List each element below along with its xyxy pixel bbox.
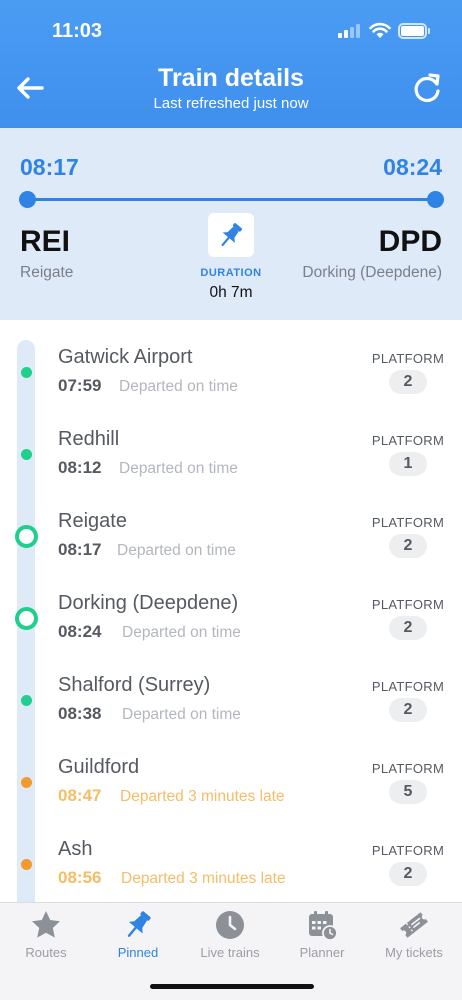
stop-status: Departed on time — [122, 624, 241, 641]
stop-time: 08:38 — [58, 704, 102, 723]
stop-row[interactable]: Dorking (Deepdene) 08:24 Departed on time P… — [0, 566, 462, 648]
tab-label: Pinned — [117, 945, 159, 960]
tab-pinned[interactable]: Pinned — [92, 903, 184, 973]
stop-name: Guildford — [58, 756, 140, 778]
stop-name: Dorking (Deepdene) — [58, 592, 239, 614]
tab-planner[interactable]: Planner — [276, 903, 368, 973]
stop-name: Redhill — [58, 428, 120, 450]
stop-time: 08:56 — [58, 868, 102, 887]
origin-code: REI — [20, 225, 71, 258]
stop-time: 08:24 — [58, 622, 102, 641]
home-indicator — [150, 984, 314, 989]
platform-label: PLATFORM — [371, 597, 445, 612]
calendar-icon — [309, 911, 338, 941]
destination-time: 08:24 — [383, 154, 442, 180]
stop-row[interactable]: Ash 08:56 Departed 3 minutes late PLATFORM 2 — [0, 812, 462, 894]
stop-name: Ash — [58, 838, 93, 860]
stop-status: Departed 3 minutes late — [120, 788, 285, 805]
origin-dot — [19, 191, 36, 208]
tab-label: Live trains — [200, 945, 260, 960]
refresh-icon[interactable] — [410, 72, 444, 106]
platform-label: PLATFORM — [371, 515, 445, 530]
stop-marker-icon — [21, 695, 32, 706]
journey-summary: 08:17 08:24 REI DPD Reigate Dorking (Dee… — [0, 128, 462, 320]
stop-name: Reigate — [58, 510, 127, 532]
platform-label: PLATFORM — [371, 761, 445, 776]
platform-label: PLATFORM — [371, 843, 445, 858]
platform-badge: 2 — [389, 534, 427, 558]
stop-status: Departed on time — [119, 378, 238, 395]
destination-dot — [427, 191, 444, 208]
platform-label: PLATFORM — [371, 433, 445, 448]
stop-marker-icon — [21, 859, 32, 870]
platform-label: PLATFORM — [371, 679, 445, 694]
stop-row[interactable]: Shalford (Surrey) 08:38 Departed on time PL… — [0, 648, 462, 730]
stop-status: Departed 3 minutes late — [121, 870, 286, 887]
stop-row[interactable]: Guildford 08:47 Departed 3 minutes late PLA… — [0, 730, 462, 812]
stop-status: Departed on time — [117, 542, 236, 559]
cellular-signal-icon — [338, 24, 362, 38]
header: 11:03 Train details Last refreshed just … — [0, 0, 462, 128]
pin-icon — [127, 911, 151, 937]
tab-label: Planner — [299, 945, 345, 960]
platform-label: PLATFORM — [371, 351, 445, 366]
stop-name: Gatwick Airport — [58, 346, 193, 368]
stop-time: 08:47 — [58, 786, 102, 805]
tab-label: Routes — [25, 945, 67, 960]
platform-badge: 2 — [389, 370, 427, 394]
star-icon — [32, 911, 60, 938]
stop-marker-icon — [15, 607, 38, 630]
status-bar: 11:03 — [0, 0, 462, 60]
battery-icon — [398, 23, 430, 39]
journey-track-line — [28, 198, 436, 201]
wifi-icon — [369, 22, 391, 38]
tab-routes[interactable]: Routes — [0, 903, 92, 973]
platform-badge: 2 — [389, 862, 427, 886]
tab-my-tickets[interactable]: My tickets — [368, 903, 460, 973]
stop-marker-icon — [21, 449, 32, 460]
duration-label: DURATION — [200, 267, 262, 279]
platform-badge: 1 — [389, 452, 427, 476]
stop-status: Departed on time — [122, 706, 241, 723]
stop-marker-icon — [21, 777, 32, 788]
stop-name: Shalford (Surrey) — [58, 674, 211, 696]
stop-time: 08:12 — [58, 458, 102, 477]
origin-time: 08:17 — [20, 154, 79, 180]
stop-status: Departed on time — [119, 460, 238, 477]
platform-badge: 5 — [389, 780, 427, 804]
stop-marker-icon — [15, 525, 38, 548]
tab-label: My tickets — [385, 945, 443, 960]
status-time: 11:03 — [52, 20, 103, 42]
destination-code: DPD — [378, 225, 442, 258]
pin-icon — [221, 223, 243, 247]
stop-marker-icon — [21, 367, 32, 378]
last-refreshed-text: Last refreshed just now — [153, 95, 309, 112]
platform-badge: 2 — [389, 698, 427, 722]
ticket-icon — [400, 912, 428, 938]
stop-time: 07:59 — [58, 376, 102, 395]
stop-time: 08:17 — [58, 540, 102, 559]
clock-icon — [216, 911, 244, 939]
platform-badge: 2 — [389, 616, 427, 640]
stop-row[interactable]: Gatwick Airport 07:59 Departed on time PLAT… — [0, 320, 462, 402]
stop-row[interactable]: Reigate 08:17 Departed on time PLATFORM 2 — [0, 484, 462, 566]
stops-list[interactable]: Gatwick Airport 07:59 Departed on time PLAT… — [0, 320, 462, 902]
stop-row[interactable]: Redhill 08:12 Departed on time PLATFORM 1 — [0, 402, 462, 484]
page-title: Train details — [158, 64, 304, 92]
pin-button[interactable] — [208, 213, 254, 257]
tab-live-trains[interactable]: Live trains — [184, 903, 276, 973]
duration-value: 0h 7m — [209, 284, 253, 301]
